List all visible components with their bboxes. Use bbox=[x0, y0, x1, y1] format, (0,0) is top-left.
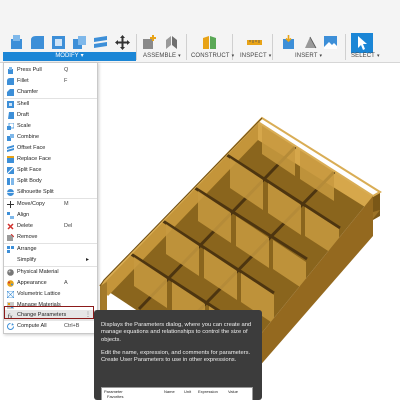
select-icon bbox=[358, 36, 367, 50]
split-face-icon bbox=[7, 167, 14, 174]
physical-material-icon bbox=[7, 269, 14, 276]
parameters-dialog-preview: Parameter Name Unit Expression Value Fav… bbox=[101, 387, 253, 400]
menu-item-replace-face[interactable]: Replace Face bbox=[4, 154, 97, 165]
insert-derive-icon[interactable] bbox=[280, 34, 297, 51]
fillet-icon[interactable] bbox=[29, 34, 46, 51]
preview-header-value: Value bbox=[228, 389, 238, 394]
appearance-icon bbox=[7, 280, 14, 287]
menu-item-draft[interactable]: Draft bbox=[4, 110, 97, 121]
tab-construct[interactable]: CONSTRUCT ▾ bbox=[191, 53, 234, 59]
replace-face-icon bbox=[7, 156, 14, 163]
delete-icon bbox=[7, 223, 14, 230]
arrange-icon bbox=[7, 246, 14, 253]
menu-item-chamfer[interactable]: Chamfer bbox=[4, 87, 97, 98]
preview-header-unit: Unit bbox=[184, 389, 192, 394]
menu-item-scale[interactable]: Scale bbox=[4, 121, 97, 132]
toolbar-separator bbox=[345, 34, 346, 60]
compute-all-icon bbox=[7, 323, 14, 330]
preview-header-expression: Expression bbox=[198, 389, 218, 394]
offset-plane-icon[interactable] bbox=[201, 34, 218, 51]
offset-face-icon bbox=[7, 145, 14, 152]
menu-item-shell[interactable]: Shell bbox=[4, 99, 97, 110]
highlight-outline bbox=[4, 306, 94, 319]
volumetric-lattice-icon bbox=[7, 291, 14, 298]
canvas-icon[interactable] bbox=[322, 34, 339, 51]
fillet-icon bbox=[7, 78, 14, 85]
menu-item-offset-face[interactable]: Offset Face bbox=[4, 143, 97, 154]
select-tool-button[interactable] bbox=[351, 33, 373, 53]
split-body-icon bbox=[7, 178, 14, 185]
tab-assemble[interactable]: ASSEMBLE ▾ bbox=[143, 53, 181, 59]
move-copy-icon bbox=[7, 201, 14, 208]
align-icon bbox=[7, 212, 14, 219]
menu-item-compute-all[interactable]: Compute All Ctrl+B bbox=[4, 321, 97, 332]
shell-icon[interactable] bbox=[50, 34, 67, 51]
menu-item-remove[interactable]: Remove bbox=[4, 232, 97, 243]
chamfer-icon bbox=[7, 89, 14, 96]
tab-modify[interactable]: MODIFY ▾ bbox=[3, 52, 136, 61]
menu-item-align[interactable]: Align bbox=[4, 210, 97, 221]
offset-face-icon[interactable] bbox=[92, 34, 109, 51]
menu-item-split-body[interactable]: Split Body bbox=[4, 176, 97, 187]
remove-icon bbox=[7, 234, 14, 241]
menu-item-simplify[interactable]: Simplify ▸ bbox=[4, 255, 97, 266]
move-icon[interactable] bbox=[114, 34, 131, 51]
menu-item-fillet[interactable]: Fillet F bbox=[4, 76, 97, 87]
toolbar-separator bbox=[186, 34, 187, 60]
menu-item-split-face[interactable]: Split Face bbox=[4, 165, 97, 176]
tab-insert[interactable]: INSERT ▾ bbox=[295, 53, 322, 59]
menu-item-volumetric-lattice[interactable]: Volumetric Lattice bbox=[4, 289, 97, 300]
menu-item-combine[interactable]: Combine bbox=[4, 132, 97, 143]
scale-icon bbox=[7, 123, 14, 130]
menu-item-appearance[interactable]: Appearance A bbox=[4, 278, 97, 289]
draft-icon bbox=[8, 112, 14, 119]
tooltip-change-parameters: Displays the Parameters dialog, where yo… bbox=[94, 310, 262, 400]
combine-icon bbox=[7, 134, 14, 141]
preview-row-favorites: Favorites bbox=[107, 394, 124, 399]
tooltip-description: Displays the Parameters dialog, where yo… bbox=[101, 322, 252, 343]
insert-mesh-icon[interactable] bbox=[302, 34, 319, 51]
preview-header-name: Name bbox=[164, 389, 175, 394]
tooltip-detail: Edit the name, expression, and comments … bbox=[101, 350, 251, 364]
silhouette-split-icon bbox=[7, 189, 14, 196]
menu-item-move-copy[interactable]: Move/Copy M bbox=[4, 199, 97, 210]
new-component-icon[interactable] bbox=[141, 34, 158, 51]
joint-icon[interactable] bbox=[163, 34, 180, 51]
menu-item-physical-material[interactable]: Physical Material bbox=[4, 267, 97, 278]
press-pull-icon bbox=[8, 67, 13, 74]
submenu-arrow-icon: ▸ bbox=[86, 257, 90, 263]
toolbar-separator bbox=[136, 34, 137, 60]
menu-item-silhouette-split[interactable]: Silhouette Split bbox=[4, 187, 97, 198]
tab-inspect[interactable]: INSPECT ▾ bbox=[240, 53, 271, 59]
menu-item-arrange[interactable]: Arrange bbox=[4, 244, 97, 255]
shell-icon bbox=[7, 101, 14, 108]
toolbar-separator bbox=[272, 34, 273, 60]
menu-item-press-pull[interactable]: Press Pull Q bbox=[4, 65, 97, 76]
tab-select[interactable]: SELECT ▾ bbox=[351, 53, 380, 59]
menu-item-delete[interactable]: Delete Del bbox=[4, 221, 97, 232]
modify-dropdown-menu: Press Pull Q Fillet F Chamfer Shell Draft … bbox=[3, 62, 98, 334]
press-pull-icon[interactable] bbox=[8, 34, 25, 51]
toolbar: MODIFY ▾ ASSEMBLE ▾ CONSTRUCT ▾ INSPECT ▾ IN… bbox=[0, 0, 400, 63]
measure-icon[interactable] bbox=[246, 34, 263, 51]
combine-icon[interactable] bbox=[71, 34, 88, 51]
